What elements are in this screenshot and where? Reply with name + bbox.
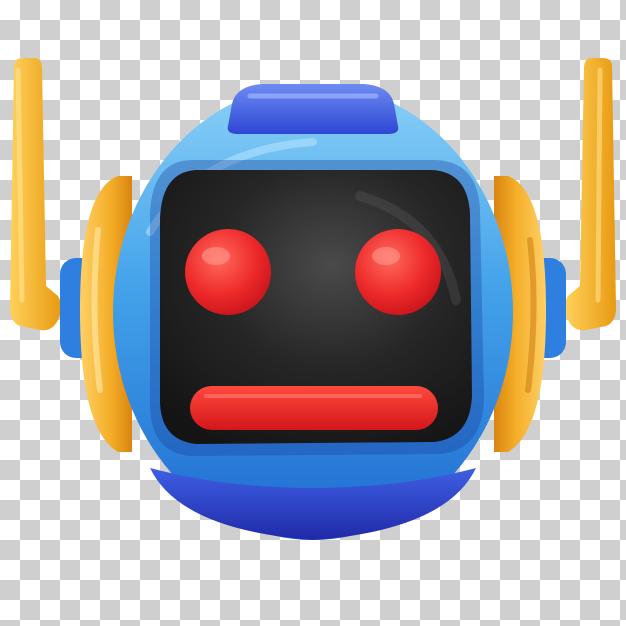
eye-left <box>185 229 271 315</box>
antenna-right <box>565 58 616 331</box>
robot-head-icon <box>10 58 616 540</box>
antenna-left <box>10 58 61 331</box>
mouth <box>190 386 438 430</box>
eye-right <box>355 229 441 315</box>
top-cap <box>227 84 399 134</box>
checkerboard-background <box>0 0 626 626</box>
